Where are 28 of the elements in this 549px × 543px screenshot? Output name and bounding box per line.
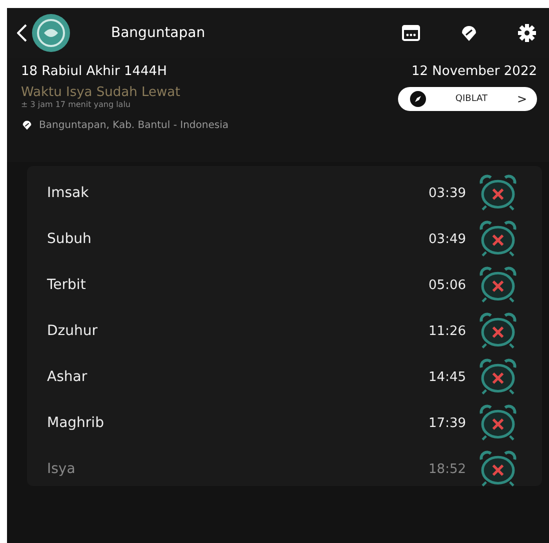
prayer-name: Imsak xyxy=(47,185,90,201)
prayer-time: 18:52 xyxy=(428,462,466,476)
prayer-name: Isya xyxy=(47,461,76,477)
prayer-name: Ashar xyxy=(47,369,88,385)
back-icon[interactable] xyxy=(17,24,27,42)
logo-icon xyxy=(31,13,71,53)
prayer-time: 14:45 xyxy=(428,370,466,384)
compass-icon xyxy=(410,91,426,107)
location-pin-icon xyxy=(21,119,33,131)
location-pin-icon[interactable] xyxy=(459,23,479,43)
location-text: Banguntapan, Kab. Bantul - Indonesia xyxy=(39,120,228,130)
prayer-time: 03:39 xyxy=(428,186,466,200)
prayer-time: 11:26 xyxy=(428,324,466,338)
prayer-name: Subuh xyxy=(47,231,92,247)
hijri-date: 18 Rabiul Akhir 1444H xyxy=(21,64,167,79)
prayer-name: Terbit xyxy=(47,277,87,293)
status-subtitle: ± 3 jam 17 menit yang lalu xyxy=(21,100,132,109)
prayer-name: Maghrib xyxy=(47,415,105,431)
calendar-icon[interactable] xyxy=(401,23,421,43)
prayer-time: 03:49 xyxy=(428,232,466,246)
prayer-name: Dzuhur xyxy=(47,323,99,339)
qiblat-button[interactable]: QIBLAT > xyxy=(398,87,537,111)
prayer-time: 17:39 xyxy=(428,416,466,430)
settings-icon[interactable] xyxy=(517,23,537,43)
gregorian-date: 12 November 2022 xyxy=(411,64,537,79)
status-title: Waktu Isya Sudah Lewat xyxy=(21,85,180,100)
location-title: Banguntapan xyxy=(111,25,206,41)
prayer-time: 05:06 xyxy=(428,278,466,292)
